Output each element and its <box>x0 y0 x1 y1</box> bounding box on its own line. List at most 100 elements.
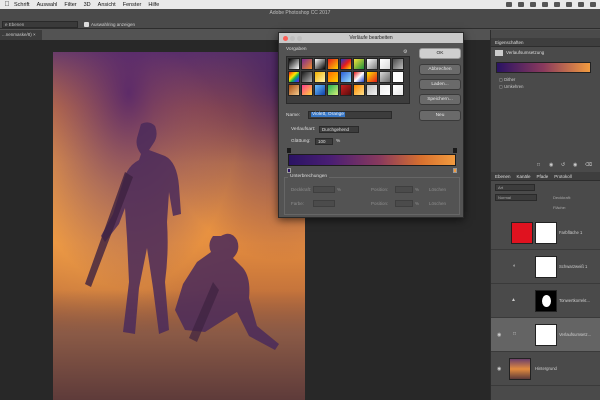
gradient-preset-swatch[interactable] <box>340 58 352 70</box>
gradient-preset-swatch[interactable] <box>301 58 313 70</box>
tab-paths[interactable]: Pfade <box>537 172 549 180</box>
menu-item-hilfe[interactable]: Hilfe <box>148 2 159 8</box>
menu-list-icon[interactable] <box>590 2 596 7</box>
eye-icon[interactable]: ◉ <box>497 366 501 372</box>
gradient-preset-swatch[interactable] <box>392 71 404 83</box>
layer-mask-thumbnail[interactable] <box>535 222 557 244</box>
name-input[interactable]: Violett, Orange <box>308 111 392 119</box>
opacity-stop-right[interactable] <box>453 148 457 153</box>
menu-item-filter[interactable]: Filter <box>64 2 76 8</box>
layer-name[interactable]: Farbfläche 1 <box>559 230 582 235</box>
gradient-preset-swatch[interactable] <box>327 84 339 96</box>
smoothness-input[interactable]: 100 <box>315 138 333 145</box>
opacity-position-input[interactable] <box>395 186 413 193</box>
gradient-preset-swatch[interactable] <box>392 84 404 96</box>
gradient-preset-swatch[interactable] <box>366 71 378 83</box>
auto-select-dropdown[interactable]: e Ebenen <box>2 21 78 28</box>
gradient-preset-swatch[interactable] <box>314 58 326 70</box>
properties-tab[interactable]: Eigenschaften <box>491 38 600 47</box>
clip-icon[interactable]: □ <box>537 162 540 168</box>
save-button[interactable]: Speichern... <box>419 94 461 105</box>
layer-name[interactable]: Hintergrund <box>535 366 557 371</box>
menu-item-schrift[interactable]: Schrift <box>14 2 30 8</box>
zoom-icon[interactable] <box>297 35 302 41</box>
menu-item-fenster[interactable]: Fenster <box>123 2 142 8</box>
status-app-icon[interactable] <box>506 2 512 7</box>
status-app-icon[interactable] <box>518 2 524 7</box>
opacity-input[interactable] <box>313 186 335 193</box>
gradient-preset-swatch[interactable] <box>340 84 352 96</box>
gradient-preset-swatch[interactable] <box>327 58 339 70</box>
gradient-preset-swatch[interactable] <box>327 71 339 83</box>
wifi-icon[interactable] <box>554 2 560 7</box>
gradient-preset-swatch[interactable] <box>340 71 352 83</box>
gradient-preset-swatch[interactable] <box>301 71 313 83</box>
ok-button[interactable]: OK <box>419 48 461 59</box>
apple-icon[interactable]:  <box>0 1 14 8</box>
type-dropdown[interactable]: Durchgehend <box>319 126 359 133</box>
gradient-preset-swatch[interactable] <box>314 71 326 83</box>
color-delete-button[interactable]: Löschen <box>429 201 446 206</box>
layer-row[interactable]: Farbfläche 1 <box>491 216 600 250</box>
opacity-stop-left[interactable] <box>287 148 291 153</box>
gradient-preview-bar[interactable] <box>288 154 456 166</box>
tab-layers[interactable]: Ebenen <box>495 172 511 180</box>
gradient-preset-swatch[interactable] <box>301 84 313 96</box>
layer-filter-dropdown[interactable]: Art <box>495 184 535 191</box>
dialog-titlebar[interactable]: Verläufe bearbeiten <box>279 33 463 43</box>
tab-history[interactable]: Protokoll <box>554 172 572 180</box>
visibility-icon[interactable]: ◉ <box>573 162 577 168</box>
minimize-icon[interactable] <box>290 35 295 41</box>
gradient-preset-swatch[interactable] <box>314 84 326 96</box>
gradient-preset-swatch[interactable] <box>379 58 391 70</box>
color-swatch[interactable] <box>313 200 335 207</box>
color-position-input[interactable] <box>395 200 413 207</box>
layer-row[interactable]: ▲ Tonwertkorrekt... <box>491 284 600 318</box>
gradient-preset-swatch[interactable] <box>379 84 391 96</box>
gradient-preset-swatch[interactable] <box>353 84 365 96</box>
layer-name[interactable]: Tonwertkorrekt... <box>559 298 590 303</box>
load-button[interactable]: Laden... <box>419 79 461 90</box>
gradient-preset-swatch[interactable] <box>366 84 378 96</box>
bluetooth-icon[interactable] <box>566 2 572 7</box>
gradient-preset-swatch[interactable] <box>288 58 300 70</box>
show-transform-checkbox[interactable]: Auswahlring anzeigen <box>84 22 135 27</box>
document-tab[interactable]: ...nenmaske/8) × <box>0 30 42 40</box>
layer-mask-thumbnail[interactable] <box>535 256 557 278</box>
menu-item-3d[interactable]: 3D <box>84 2 91 8</box>
tab-channels[interactable]: Kanäle <box>517 172 531 180</box>
status-app-icon[interactable] <box>542 2 548 7</box>
gradient-map-preview[interactable] <box>496 62 591 73</box>
layer-mask-thumbnail[interactable] <box>535 324 557 346</box>
reverse-checkbox[interactable]: ▢ Umkehren <box>499 84 523 89</box>
blend-mode-dropdown[interactable]: Normal <box>495 194 537 201</box>
checkbox-icon[interactable] <box>84 22 89 27</box>
new-button[interactable]: Neu <box>419 110 461 121</box>
status-app-icon[interactable] <box>530 2 536 7</box>
layer-name[interactable]: Schwarzweiß 1 <box>559 264 587 269</box>
close-icon[interactable] <box>283 35 288 41</box>
menu-item-ansicht[interactable]: Ansicht <box>98 2 116 8</box>
menu-item-auswahl[interactable]: Auswahl <box>37 2 58 8</box>
opacity-delete-button[interactable]: Löschen <box>429 187 446 192</box>
layer-mask-thumbnail[interactable] <box>535 290 557 312</box>
reset-icon[interactable]: ↺ <box>561 162 565 168</box>
cancel-button[interactable]: Abbrechen <box>419 64 461 75</box>
layer-row[interactable]: ◐ Schwarzweiß 1 <box>491 250 600 284</box>
search-icon[interactable] <box>578 2 584 7</box>
color-stop-right[interactable] <box>453 168 457 173</box>
gradient-preset-swatch[interactable] <box>366 58 378 70</box>
eye-icon[interactable]: ◉ <box>497 332 501 338</box>
gradient-preset-swatch[interactable] <box>288 84 300 96</box>
dither-checkbox[interactable]: ▢ Dither <box>499 77 515 82</box>
gradient-preset-swatch[interactable] <box>353 58 365 70</box>
view-previous-icon[interactable]: ◉ <box>549 162 553 168</box>
layer-name[interactable]: Verlaufsumsetz... <box>559 332 591 337</box>
gradient-preset-swatch[interactable] <box>379 71 391 83</box>
trash-icon[interactable]: ⌫ <box>585 162 592 168</box>
gradient-preset-swatch[interactable] <box>288 71 300 83</box>
gradient-preset-swatch[interactable] <box>353 71 365 83</box>
gradient-preset-swatch[interactable] <box>392 58 404 70</box>
gear-icon[interactable]: ⚙ <box>403 49 407 55</box>
layer-row[interactable]: ◉ Hintergrund <box>491 352 600 386</box>
